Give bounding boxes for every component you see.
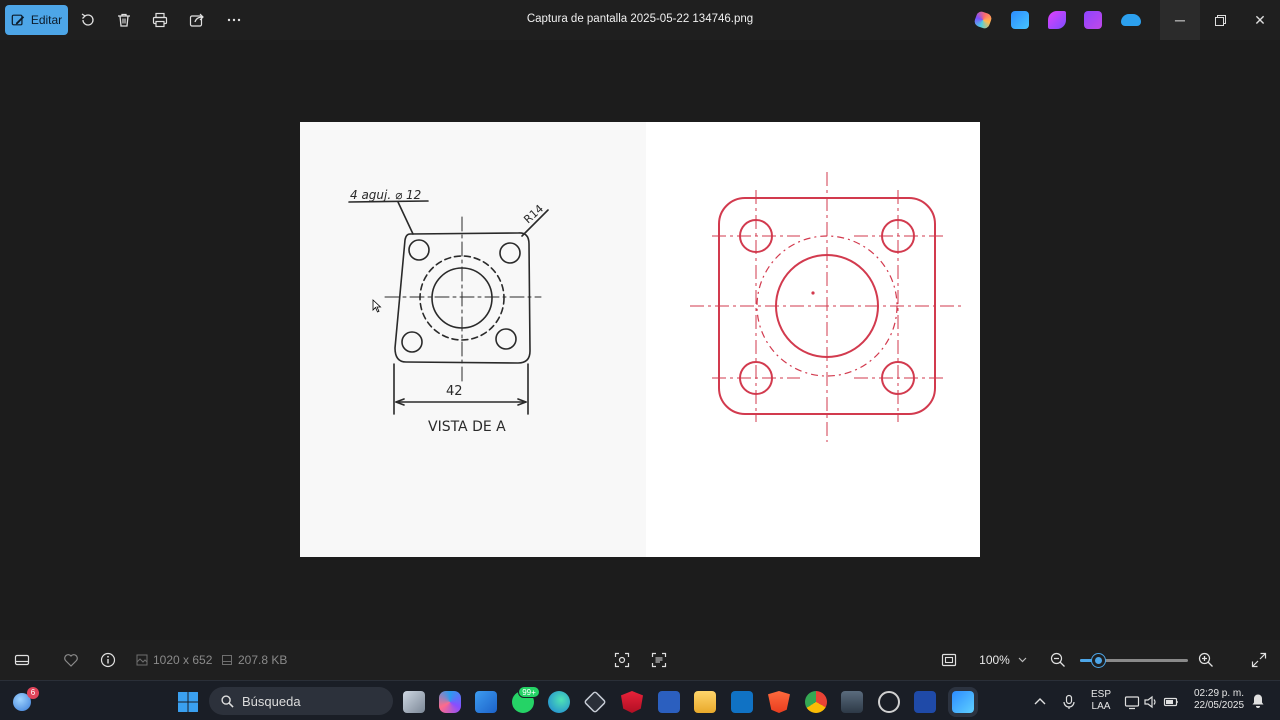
microsoft-store-icon[interactable] bbox=[475, 691, 497, 713]
file-explorer-icon[interactable] bbox=[694, 691, 716, 713]
chrome-icon[interactable] bbox=[805, 691, 827, 713]
notifications-icon[interactable] bbox=[1251, 693, 1265, 709]
edge-icon[interactable] bbox=[548, 691, 570, 713]
radius-callout: R14 bbox=[521, 202, 546, 226]
weather-badge: 6 bbox=[27, 687, 39, 699]
language-code: ESP bbox=[1090, 689, 1111, 700]
copilot-taskbar-icon[interactable] bbox=[439, 691, 461, 713]
file-size-text: 207.8 KB bbox=[238, 653, 288, 667]
storage-icon bbox=[222, 655, 232, 665]
whatsapp-badge: 99+ bbox=[518, 686, 540, 698]
clipchamp-icon[interactable] bbox=[1048, 11, 1066, 29]
edit-button[interactable]: Editar bbox=[5, 5, 68, 35]
fit-to-window-icon[interactable] bbox=[941, 652, 957, 668]
restore-icon bbox=[1214, 14, 1226, 26]
outlook-icon[interactable] bbox=[731, 691, 753, 713]
taskbar: 6 Búsqueda 99+ ESP LAA 02:29 p. m. 22/05… bbox=[0, 680, 1280, 720]
zoom-value: 100% bbox=[979, 653, 1010, 667]
solid-edge-icon[interactable] bbox=[583, 690, 607, 714]
filmstrip-icon[interactable] bbox=[14, 652, 30, 668]
delete-icon[interactable] bbox=[114, 10, 134, 30]
minimize-icon: ─ bbox=[1175, 12, 1185, 28]
edit-image-icon bbox=[11, 14, 24, 26]
file-size: 207.8 KB bbox=[221, 653, 287, 667]
close-button[interactable]: ✕ bbox=[1240, 0, 1280, 40]
onedrive-icon[interactable] bbox=[1121, 14, 1141, 26]
brave-icon[interactable] bbox=[768, 691, 790, 713]
displayed-image[interactable]: 4 aguj. ⌀ 12 R14 42 VISTA DE A bbox=[300, 122, 980, 557]
title-bar: Editar Captura de pantalla 2025-05-22 13… bbox=[0, 0, 1280, 40]
taskbar-search[interactable]: Búsqueda bbox=[209, 687, 393, 715]
close-icon: ✕ bbox=[1254, 11, 1266, 28]
search-icon bbox=[221, 694, 234, 708]
minimize-button[interactable]: ─ bbox=[1160, 0, 1200, 40]
scan-text-icon[interactable] bbox=[651, 652, 667, 668]
chevron-down-icon bbox=[1018, 657, 1027, 663]
chevron-up-icon[interactable] bbox=[1032, 694, 1048, 710]
share-icon[interactable] bbox=[187, 10, 207, 30]
terminal-icon[interactable] bbox=[841, 691, 863, 713]
view-label: VISTA DE A bbox=[428, 419, 506, 435]
cad-center-point bbox=[811, 291, 815, 295]
battery-icon[interactable] bbox=[1163, 694, 1179, 710]
width-dimension: 42 bbox=[446, 384, 463, 399]
zoom-out-icon[interactable] bbox=[1050, 652, 1066, 668]
zoom-in-icon[interactable] bbox=[1198, 652, 1214, 668]
mouse-pointer-icon bbox=[372, 299, 382, 313]
zoom-slider[interactable] bbox=[1080, 654, 1188, 667]
volume-icon[interactable] bbox=[1143, 694, 1159, 710]
language-indicator[interactable]: ESP LAA bbox=[1088, 689, 1114, 713]
clock-date: 22/05/2025 bbox=[1193, 700, 1245, 711]
edit-button-label: Editar bbox=[30, 13, 63, 27]
word-icon[interactable] bbox=[658, 691, 680, 713]
task-view-icon[interactable] bbox=[403, 691, 425, 713]
keyboard-layout: LAA bbox=[1091, 701, 1111, 712]
photos-icon[interactable] bbox=[952, 691, 974, 713]
network-icon[interactable] bbox=[1124, 694, 1140, 710]
clipchamp-video-icon[interactable] bbox=[1084, 11, 1102, 29]
more-icon[interactable] bbox=[224, 10, 244, 30]
full-screen-icon[interactable] bbox=[1251, 652, 1267, 668]
rotate-icon[interactable] bbox=[78, 10, 98, 30]
solid-edge-se-icon[interactable] bbox=[914, 691, 936, 713]
image-size-icon bbox=[136, 654, 148, 666]
search-placeholder: Búsqueda bbox=[242, 693, 301, 709]
start-icon[interactable] bbox=[177, 691, 199, 713]
image-dimensions-text: 1020 x 652 bbox=[153, 653, 213, 667]
image-dimensions: 1020 x 652 bbox=[136, 653, 212, 667]
info-icon[interactable] bbox=[100, 652, 116, 668]
visual-search-icon[interactable] bbox=[614, 652, 630, 668]
print-icon[interactable] bbox=[150, 10, 170, 30]
mcafee-icon[interactable] bbox=[621, 691, 643, 713]
designer-icon[interactable] bbox=[1011, 11, 1029, 29]
clock-time: 02:29 p. m. bbox=[1193, 688, 1245, 699]
favorite-icon[interactable] bbox=[63, 652, 79, 668]
restore-button[interactable] bbox=[1200, 0, 1240, 40]
cad-drawing bbox=[690, 172, 965, 442]
zoom-dropdown[interactable]: 100% bbox=[969, 648, 1037, 672]
microphone-icon[interactable] bbox=[1061, 694, 1077, 710]
recording-app-icon[interactable] bbox=[878, 691, 900, 713]
copilot-icon[interactable] bbox=[973, 10, 993, 30]
clock[interactable]: 02:29 p. m. 22/05/2025 bbox=[1186, 688, 1252, 712]
holes-callout: 4 aguj. ⌀ 12 bbox=[350, 188, 421, 202]
